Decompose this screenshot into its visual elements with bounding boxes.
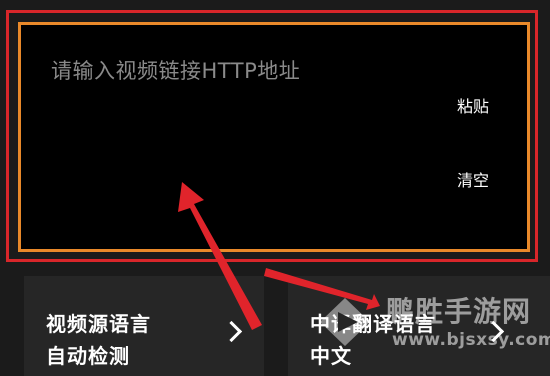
paste-button[interactable]: 粘贴 [457,93,489,117]
source-language-value: 自动检测 [46,344,130,368]
watermark-url: www.bjsxsy.com [392,330,550,350]
source-language-card[interactable]: 视频源语言 自动检测 [24,276,264,376]
watermark-logo-icon [320,298,370,346]
watermark: 鹏胜手游网 www.bjsxsy.com [310,290,550,356]
video-url-placeholder: 请输入视频链接HTTP地址 [51,59,301,83]
watermark-name: 鹏胜手游网 [386,295,532,328]
source-language-title: 视频源语言 [46,312,151,336]
chevron-right-icon [220,320,243,343]
clear-button[interactable]: 清空 [457,167,489,191]
video-url-input-area[interactable]: 请输入视频链接HTTP地址 粘贴 清空 [18,22,530,252]
